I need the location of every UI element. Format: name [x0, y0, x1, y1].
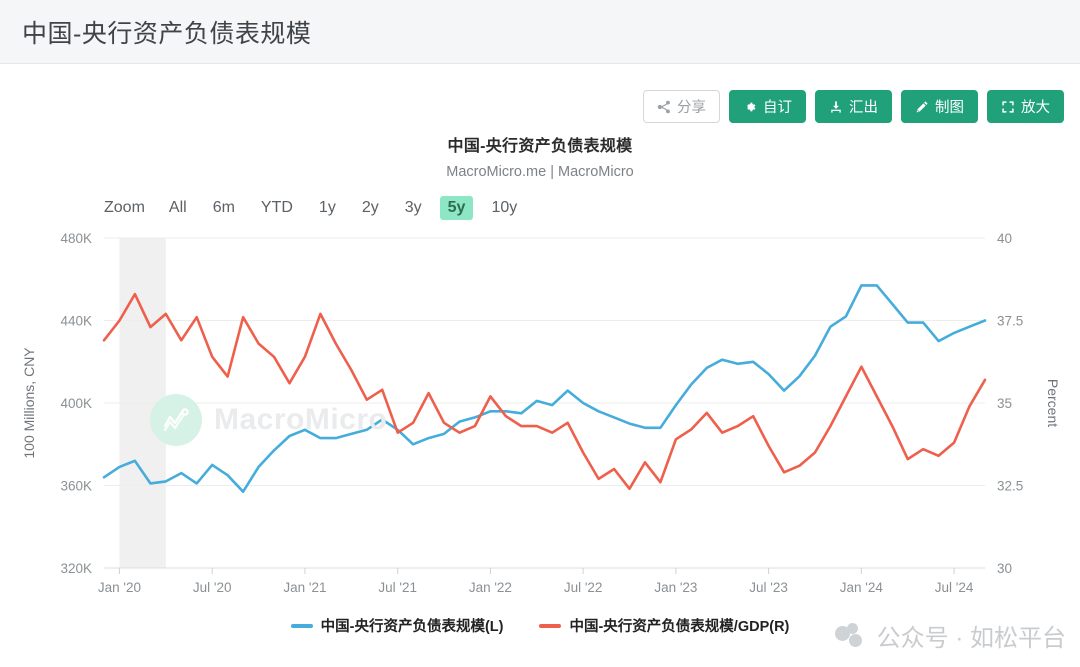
- y-axis-right-title: Percent: [1045, 379, 1061, 427]
- y-axis-left-tick-label: 480K: [60, 231, 92, 246]
- chart-subtitle: MacroMicro.me | MacroMicro: [446, 164, 634, 180]
- page-header: 中国-央行资产负债表规模: [0, 0, 1080, 64]
- y-axis-right-tick-label: 37.5: [997, 314, 1023, 329]
- range-button-All[interactable]: All: [161, 196, 195, 220]
- legend-swatch-icon: [290, 623, 313, 628]
- x-axis-tick-label: Jan '21: [283, 580, 326, 595]
- chart-title: 中国-央行资产负债表规模: [447, 138, 633, 155]
- y-axis-right-tick-label: 40: [997, 231, 1012, 246]
- legend-swatch-icon: [539, 623, 562, 628]
- y-axis-right-tick-label: 35: [997, 396, 1012, 411]
- plot-area: 320K 360K 400K 440K 480K 30 32.5 35 37.5 40 Jan '2…: [0, 228, 1080, 598]
- x-axis-tick-label: Jul '24: [935, 580, 974, 595]
- range-button-10y[interactable]: 10y: [483, 196, 525, 220]
- x-axis-tick-label: Jan '22: [469, 580, 512, 595]
- y-axis-left-tick-label: 440K: [60, 314, 92, 329]
- legend-item-right[interactable]: 中国-央行资产负债表规模/GDP(R): [539, 615, 789, 636]
- toolbar-button-label: 汇出: [849, 100, 878, 116]
- x-axis-tick-label: Jul '21: [378, 580, 417, 595]
- range-button-YTD[interactable]: YTD: [253, 196, 301, 220]
- range-button-1y[interactable]: 1y: [311, 196, 344, 220]
- toolbar-button-自订[interactable]: 自订: [729, 90, 806, 123]
- x-axis-tick-label: Jul '22: [564, 580, 603, 595]
- x-axis-tick-label: Jan '24: [840, 580, 884, 595]
- line-chart-svg: 320K 360K 400K 440K 480K 30 32.5 35 37.5 40 Jan '2…: [21, 231, 1061, 595]
- toolbar-button-label: 分享: [677, 100, 706, 116]
- range-button-5y[interactable]: 5y: [439, 196, 474, 220]
- toolbar-button-label: 放大: [1021, 100, 1050, 116]
- range-selector: Zoom All 6m YTD 1y 2y 3y 5y 10y: [104, 196, 535, 220]
- y-axis-left-tick-label: 400K: [60, 396, 92, 411]
- legend-label: 中国-央行资产负债表规模/GDP(R): [569, 619, 790, 635]
- x-axis-tick-label: Jan '20: [98, 580, 141, 595]
- y-axis-left-title: 100 Millions, CNY: [21, 347, 37, 459]
- chart-toolbar: 分享 自订 汇出 制图 放大: [643, 90, 1064, 123]
- zoom-label: Zoom: [104, 199, 145, 216]
- x-axis-tick-label: Jul '20: [193, 580, 232, 595]
- toolbar-button-制图[interactable]: 制图: [901, 90, 978, 123]
- toolbar-button-汇出[interactable]: 汇出: [815, 90, 892, 123]
- page-title: 中国-央行资产负债表规模: [22, 19, 312, 48]
- download-icon: [829, 100, 843, 114]
- x-axis-tick-label: Jul '23: [749, 580, 788, 595]
- toolbar-button-放大[interactable]: 放大: [987, 90, 1064, 123]
- range-button-2y[interactable]: 2y: [354, 196, 387, 220]
- chart-card: 中国-央行资产负债表规模 MacroMicro.me | MacroMicro …: [0, 128, 1080, 667]
- gear-icon: [743, 100, 757, 114]
- toolbar-button-label: 自订: [763, 100, 792, 116]
- pencil-icon: [915, 100, 929, 114]
- y-axis-left-tick-label: 320K: [60, 561, 92, 576]
- y-axis-left-tick-label: 360K: [60, 479, 92, 494]
- legend-item-left[interactable]: 中国-央行资产负债表规模(L): [290, 615, 504, 636]
- y-axis-right-tick-label: 32.5: [997, 479, 1023, 494]
- legend-label: 中国-央行资产负债表规模(L): [320, 619, 504, 635]
- series-line-right[interactable]: [102, 292, 987, 491]
- share-icon: [657, 100, 671, 114]
- range-button-6m[interactable]: 6m: [205, 196, 243, 220]
- series-line-left[interactable]: [102, 284, 987, 494]
- range-button-3y[interactable]: 3y: [397, 196, 430, 220]
- toolbar-button-分享[interactable]: 分享: [643, 90, 720, 123]
- fullscreen-icon: [1001, 100, 1015, 114]
- x-axis-tick-label: Jan '23: [654, 580, 697, 595]
- y-axis-right-tick-label: 30: [997, 561, 1012, 576]
- toolbar-button-label: 制图: [935, 100, 964, 116]
- chart-legend: 中国-央行资产负债表规模(L) 中国-央行资产负债表规模/GDP(R): [0, 615, 1080, 636]
